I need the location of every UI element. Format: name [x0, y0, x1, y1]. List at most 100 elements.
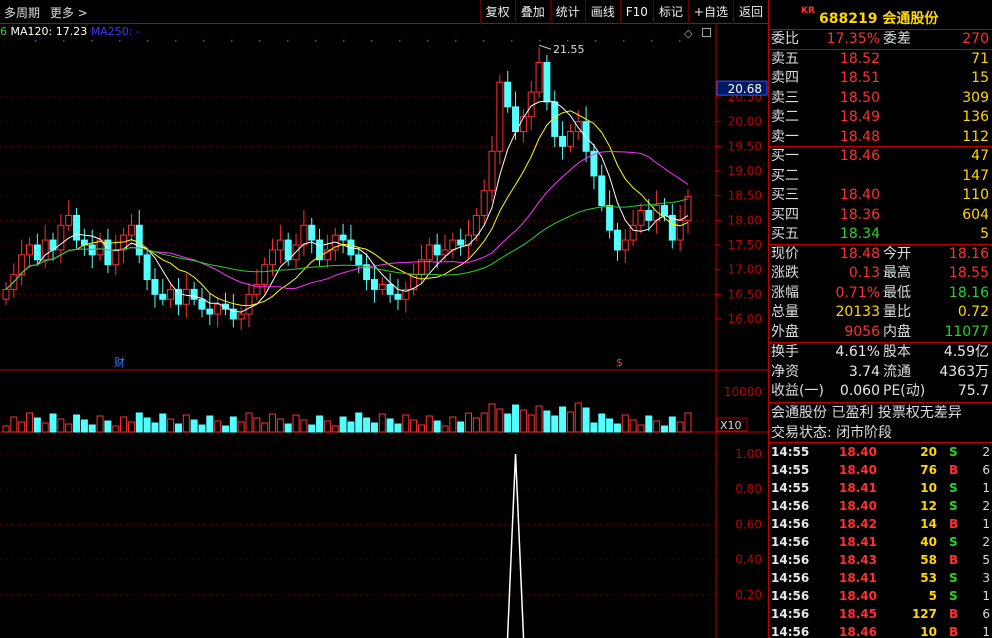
- trade-count: 1: [982, 588, 990, 603]
- stats-row: 换手 4.61% 股本 4.59亿: [769, 343, 992, 363]
- quote-label: 外盘: [771, 323, 799, 340]
- candle-body: [606, 205, 614, 231]
- volume-bar: [18, 421, 26, 433]
- volume-bar: [120, 416, 128, 433]
- trade-direction: B: [949, 552, 959, 567]
- buy-level-1[interactable]: 买一 18.46 47: [769, 147, 992, 167]
- volume-bar: [676, 421, 684, 433]
- overlay-button[interactable]: 叠加: [514, 0, 550, 24]
- stock-code-name[interactable]: 688219 会通股份: [819, 8, 938, 28]
- draw-line-button[interactable]: 画线: [584, 0, 620, 24]
- dividend-annotation: $: [616, 356, 623, 369]
- trade-time: 14:56: [771, 534, 810, 549]
- quote-label: 现价: [771, 245, 799, 262]
- quote-label: 内盘: [883, 323, 911, 340]
- volume-bar: [159, 413, 167, 433]
- quote-value: 9056: [844, 323, 880, 340]
- volume-bar: [590, 422, 598, 433]
- candle-body: [637, 209, 645, 226]
- candle-body: [151, 279, 159, 295]
- volume-bar: [73, 414, 81, 433]
- f10-button[interactable]: F10: [619, 0, 653, 24]
- buy-level-5[interactable]: 买五 18.34 5: [769, 225, 992, 245]
- volume-bar: [527, 414, 535, 433]
- volume-bar: [198, 424, 206, 433]
- buy-level-4[interactable]: 买四 18.36 604: [769, 206, 992, 226]
- volume-bar: [49, 413, 57, 433]
- trade-row: 14:56 18.46 10 B 1: [769, 623, 992, 638]
- level-label: 买三: [771, 187, 799, 203]
- stats-value: 4.61%: [835, 344, 880, 360]
- sell-level-4[interactable]: 卖四 18.51 15: [769, 69, 992, 89]
- quote-label: 最低: [883, 284, 911, 301]
- trade-direction: B: [949, 606, 959, 621]
- indicator-prefix: 6: [0, 25, 7, 38]
- window-icon[interactable]: [701, 28, 711, 37]
- quote-value: 18.16: [948, 284, 989, 301]
- candle-body: [566, 131, 574, 147]
- quote-label: 涨跌: [771, 265, 799, 281]
- stats-row: 净资 3.74 流通 4363万: [769, 363, 992, 383]
- trade-row: 14:55 18.40 20 S 2: [769, 443, 992, 461]
- level-price: 18.40: [839, 187, 880, 203]
- sell-level-3[interactable]: 卖三 18.50 309: [769, 89, 992, 109]
- candle-body: [284, 239, 292, 261]
- buy-level-3[interactable]: 买三 18.40 110: [769, 186, 992, 206]
- level-price: 18.48: [839, 128, 880, 145]
- sell-level-5[interactable]: 卖五 18.52 71: [769, 50, 992, 70]
- trade-price: 18.40: [839, 444, 877, 459]
- chart-area[interactable]: 20.50 20.00 19.50 19.00 18.50 18.00 17.50 17.00…: [0, 24, 768, 638]
- volume-bar: [276, 418, 284, 433]
- volume-bar: [543, 410, 551, 433]
- trade-time: 14:55: [771, 462, 810, 477]
- volume-bar: [237, 421, 245, 433]
- volume-bar: [410, 419, 418, 433]
- fuquan-button[interactable]: 复权: [479, 0, 515, 24]
- candle-body: [182, 288, 190, 305]
- sell-level-1[interactable]: 卖一 18.48 112: [769, 128, 992, 147]
- trade-count: 1: [982, 624, 990, 638]
- volume-bar: [214, 420, 222, 433]
- volume-bar: [519, 409, 527, 433]
- trade-time: 14:55: [771, 444, 810, 459]
- trade-count: 5: [982, 552, 990, 567]
- volume-bar: [535, 405, 543, 433]
- volume-bar: [598, 413, 606, 433]
- buy-level-2[interactable]: 买二 147: [769, 167, 992, 187]
- level-price: 18.52: [839, 50, 880, 67]
- diamond-icon[interactable]: ◇: [684, 27, 692, 40]
- quote-block: 现价 18.48 今开 18.16 涨跌 0.13 最高 18.55 涨幅 0.71% 最低 18…: [769, 245, 992, 343]
- level-volume: 309: [962, 89, 989, 106]
- volume-bar: [26, 412, 34, 433]
- volume-bar: [2, 425, 10, 433]
- more-button[interactable]: 更多 >: [50, 6, 88, 20]
- sell-level-2[interactable]: 卖二 18.49 136: [769, 108, 992, 128]
- quote-label: 最高: [883, 265, 911, 281]
- add-watchlist-button[interactable]: +自选: [687, 0, 733, 24]
- mark-button[interactable]: 标记: [652, 0, 688, 24]
- trade-direction: S: [949, 498, 958, 513]
- toolbar-buttons: 复权 叠加 统计 画线 F10 标记 +自选 返回: [479, 0, 768, 24]
- quote-row: 总量 20133 量比 0.72: [769, 303, 992, 323]
- candle-body: [127, 224, 135, 236]
- period-button[interactable]: 多周期: [4, 6, 40, 20]
- volume-bar: [65, 423, 73, 433]
- back-button[interactable]: 返回: [732, 0, 768, 24]
- candle-body: [386, 283, 394, 295]
- ma250-label: MA250: -: [90, 25, 140, 38]
- trade-direction: B: [949, 516, 959, 531]
- kline-chart[interactable]: 20.5020.0019.5019.0018.5018.0017.5017.00…: [0, 24, 768, 638]
- level-label: 买五: [771, 226, 799, 242]
- stats-label: 净资: [771, 363, 799, 380]
- stats-button[interactable]: 统计: [549, 0, 585, 24]
- trade-time: 14:56: [771, 606, 810, 621]
- level-volume: 47: [971, 148, 989, 164]
- volume-bar: [629, 419, 637, 433]
- candle-body: [26, 244, 34, 256]
- trade-list[interactable]: 14:55 18.40 20 S 2 14:55 18.40 76 B 6 14:55 18.41…: [769, 443, 992, 638]
- quote-value: 11077: [944, 323, 989, 340]
- trade-count: 3: [982, 570, 990, 585]
- trade-row: 14:56 18.43 58 B 5: [769, 551, 992, 569]
- volume-bar: [331, 425, 339, 433]
- candle-body: [378, 283, 386, 290]
